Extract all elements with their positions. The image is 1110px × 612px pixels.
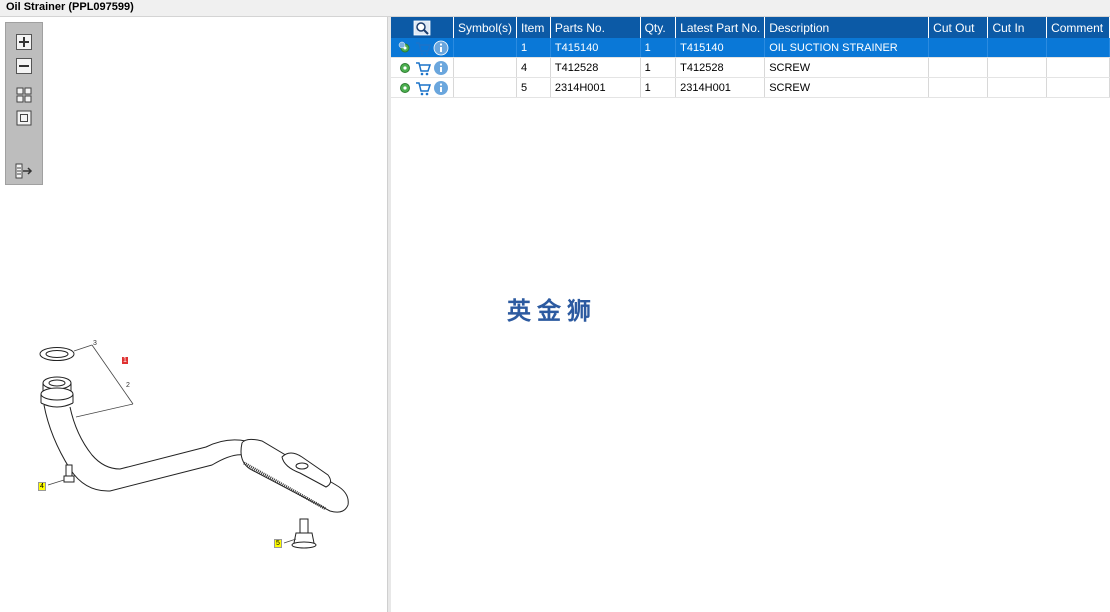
row-comment	[1046, 77, 1110, 98]
row-part-no: T415140	[550, 38, 641, 58]
parts-list-pane: Symbol(s) Item Parts No. Qty. Latest Par…	[391, 17, 1110, 612]
exploded-parts-diagram	[39, 344, 349, 549]
callout-1[interactable]: 1	[122, 357, 128, 364]
info-icon[interactable]	[433, 60, 449, 76]
column-header-qty[interactable]: Qty.	[640, 17, 677, 38]
row-symbols	[453, 77, 518, 98]
row-description: OIL SUCTION STRAINER	[764, 38, 930, 58]
column-header-cut-in[interactable]: Cut In	[987, 17, 1048, 38]
info-icon[interactable]	[433, 40, 449, 56]
table-row[interactable]: 1 T415140 1 T415140 OIL SUCTION STRAINER	[391, 38, 1110, 58]
column-header-cut-out[interactable]: Cut Out	[928, 17, 989, 38]
row-description: SCREW	[764, 77, 930, 98]
row-cut-in	[987, 38, 1048, 58]
shopping-cart-icon[interactable]	[415, 60, 431, 76]
column-header-symbols[interactable]: Symbol(s)	[453, 17, 518, 38]
row-item: 1	[516, 38, 551, 58]
row-comment	[1046, 57, 1110, 78]
row-cut-out	[928, 77, 989, 98]
column-header-tools[interactable]	[391, 17, 454, 38]
row-cut-out	[928, 57, 989, 78]
column-header-description[interactable]: Description	[764, 17, 930, 38]
gear-icon[interactable]	[397, 80, 413, 96]
info-icon[interactable]	[433, 80, 449, 96]
window-titlebar: Oil Strainer (PPL097599)	[0, 0, 1110, 17]
row-part-no: 2314H001	[550, 77, 641, 98]
column-header-parts-no[interactable]: Parts No.	[550, 17, 641, 38]
row-latest-part-no: T412528	[675, 57, 766, 78]
window-title: Oil Strainer (PPL097599)	[6, 1, 134, 13]
gear-icon[interactable]	[397, 60, 413, 76]
row-latest-part-no: 2314H001	[675, 77, 766, 98]
parts-table: Symbol(s) Item Parts No. Qty. Latest Par…	[391, 17, 1110, 98]
row-item: 4	[516, 57, 551, 78]
callout-5[interactable]: 5	[274, 539, 282, 548]
shopping-cart-icon[interactable]	[415, 40, 431, 56]
row-actions	[391, 77, 454, 98]
row-symbols	[453, 38, 518, 58]
column-header-latest-part-no[interactable]: Latest Part No.	[675, 17, 766, 38]
row-item: 5	[516, 77, 551, 98]
shopping-cart-icon[interactable]	[415, 80, 431, 96]
row-actions	[391, 38, 454, 58]
search-table-icon	[413, 20, 431, 35]
table-row[interactable]: 5 2314H001 1 2314H001 SCREW	[391, 77, 1110, 98]
row-latest-part-no: T415140	[675, 38, 766, 58]
row-actions	[391, 57, 454, 78]
row-symbols	[453, 57, 518, 78]
gear-icon[interactable]	[397, 40, 413, 56]
diagram-pane[interactable]: 3 1 2 4 5	[0, 17, 388, 612]
row-cut-in	[987, 57, 1048, 78]
column-header-item[interactable]: Item	[516, 17, 551, 38]
row-part-no: T412528	[550, 57, 641, 78]
column-header-comment[interactable]: Comment	[1046, 17, 1110, 38]
row-description: SCREW	[764, 57, 930, 78]
row-cut-out	[928, 38, 989, 58]
table-header-row: Symbol(s) Item Parts No. Qty. Latest Par…	[391, 17, 1110, 38]
callout-4[interactable]: 4	[38, 482, 46, 491]
watermark-text: 英金狮	[507, 297, 597, 325]
row-qty: 1	[640, 57, 677, 78]
row-qty: 1	[640, 77, 677, 98]
callout-3[interactable]: 3	[93, 340, 97, 347]
row-qty: 1	[640, 38, 677, 58]
callout-2[interactable]: 2	[126, 382, 130, 389]
table-row[interactable]: 4 T412528 1 T412528 SCREW	[391, 57, 1110, 78]
row-cut-in	[987, 77, 1048, 98]
row-comment	[1046, 38, 1110, 58]
